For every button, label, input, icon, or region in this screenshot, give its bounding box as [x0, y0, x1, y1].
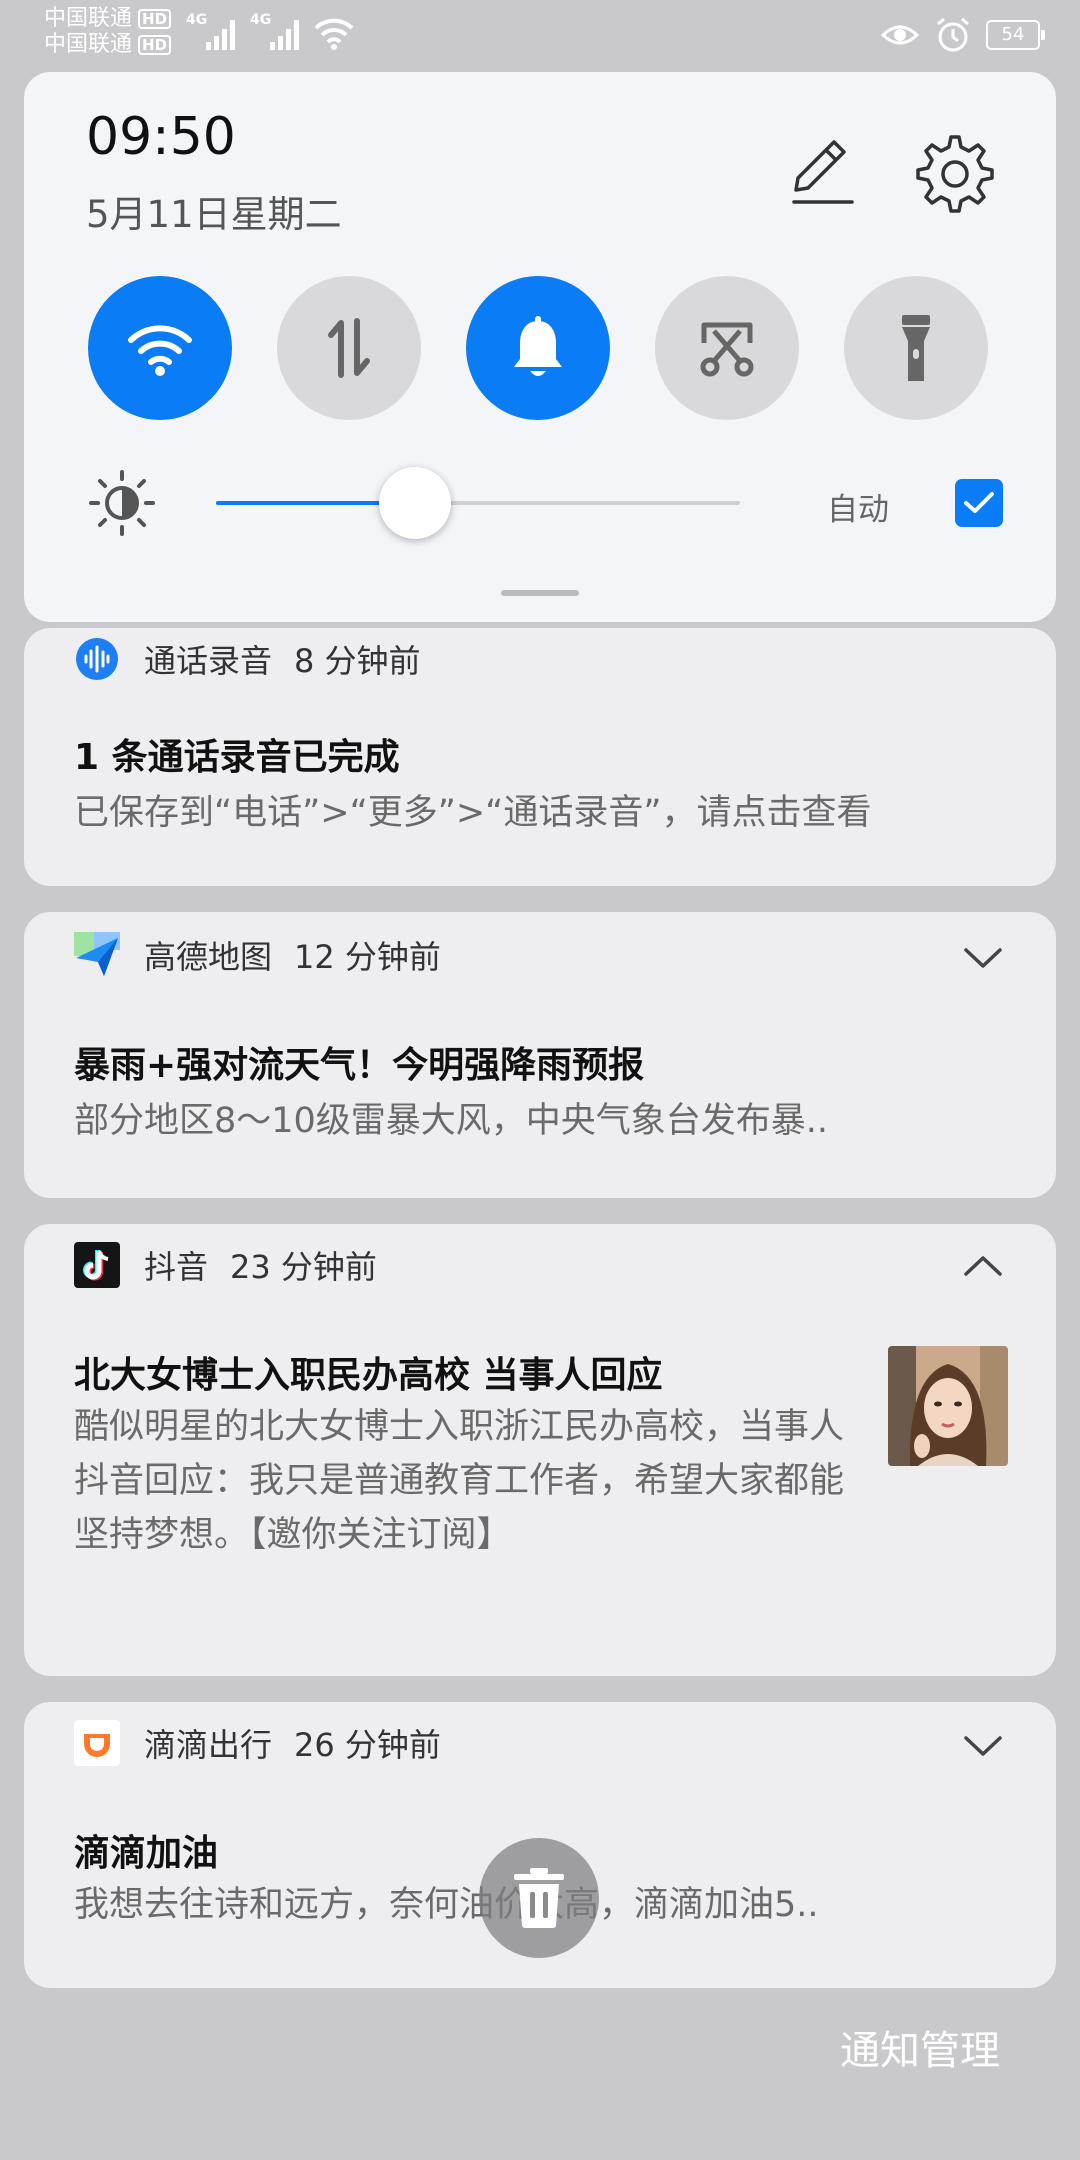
carrier-1: 中国联通	[44, 6, 133, 31]
notification-app-name: 高德地图	[144, 938, 273, 976]
notification-management-link[interactable]: 通知管理	[840, 2018, 1000, 2076]
notification-time: 26 分钟前	[294, 1726, 441, 1764]
clock-time: 09:50	[86, 107, 236, 167]
edit-icon[interactable]	[782, 130, 862, 210]
clock-date: 5月11日星期二	[86, 193, 342, 236]
wifi-toggle[interactable]	[88, 276, 232, 420]
data-transfer-icon	[328, 318, 370, 378]
flashlight-icon	[902, 315, 930, 381]
notification-header: 抖音 23 分钟前	[74, 1242, 377, 1288]
status-bar: 中国联通 HD 中国联通 HD 4G 4G 54	[0, 0, 1080, 62]
auto-brightness-label: 自动	[827, 492, 889, 528]
douyin-icon	[74, 1242, 120, 1288]
notification-card[interactable]: 高德地图 12 分钟前 暴雨+强对流天气！今明强降雨预报 部分地区8～10级雷暴…	[24, 912, 1056, 1198]
notification-header: 高德地图 12 分钟前	[74, 932, 441, 978]
didi-icon	[74, 1720, 120, 1766]
notification-app-name: 通话录音	[144, 642, 273, 680]
notification-card[interactable]: 抖音 23 分钟前 北大女博士入职民办高校 当事人回应 酷似明星的北大女博士入职…	[24, 1224, 1056, 1676]
carrier-info: 中国联通 HD 中国联通 HD	[44, 6, 172, 58]
trash-icon	[514, 1868, 564, 1928]
notification-title: 暴雨+强对流天气！今明强降雨预报	[74, 1045, 645, 1086]
eye-comfort-icon	[880, 25, 920, 45]
hd-badge: HD	[138, 9, 172, 29]
wifi-icon	[314, 18, 354, 50]
clear-all-button[interactable]	[479, 1838, 599, 1958]
hd-badge: HD	[138, 35, 172, 55]
auto-brightness-checkbox[interactable]	[955, 479, 1003, 527]
check-icon	[964, 492, 994, 513]
notification-body: 酷似明星的北大女博士入职浙江民办高校，当事人抖音回应：我只是普通教育工作者，希望…	[74, 1407, 845, 1555]
notification-thumbnail	[888, 1346, 1008, 1466]
amap-icon	[74, 932, 120, 978]
notification-header: 滴滴出行 26 分钟前	[74, 1720, 441, 1766]
chevron-down-icon[interactable]	[962, 1724, 1004, 1766]
notification-time: 12 分钟前	[294, 938, 441, 976]
battery-level: 54	[1001, 24, 1025, 45]
notification-title: 滴滴加油	[74, 1833, 219, 1874]
bell-icon	[514, 316, 562, 376]
chevron-down-icon[interactable]	[962, 936, 1004, 978]
notification-header: 通话录音 8 分钟前	[74, 636, 421, 682]
flashlight-toggle[interactable]	[844, 276, 988, 420]
scissors-screenshot-icon	[700, 322, 754, 377]
sound-toggle[interactable]	[466, 276, 610, 420]
quick-settings-panel: 09:50 5月11日星期二 自动	[24, 72, 1056, 622]
notification-time: 8 分钟前	[294, 642, 421, 680]
mobile-data-toggle[interactable]	[277, 276, 421, 420]
call-recorder-icon	[74, 636, 120, 682]
wifi-icon	[128, 325, 192, 376]
gear-icon[interactable]	[906, 127, 996, 217]
battery-icon: 54	[986, 20, 1045, 50]
notification-card[interactable]: 通话录音 8 分钟前 1 条通话录音已完成 已保存到“电话”>“更多”>“通话录…	[24, 628, 1056, 886]
chevron-up-icon[interactable]	[962, 1246, 1004, 1288]
notification-title: 1 条通话录音已完成	[74, 737, 400, 778]
notification-body: 已保存到“电话”>“更多”>“通话录音”，请点击查看	[74, 793, 872, 833]
alarm-icon	[937, 17, 969, 52]
notification-body: 部分地区8～10级雷暴大风，中央气象台发布暴..	[74, 1101, 829, 1141]
notification-time: 23 分钟前	[230, 1248, 377, 1286]
brightness-slider-thumb[interactable]	[379, 467, 452, 539]
brightness-slider[interactable]	[216, 467, 740, 539]
notification-app-name: 滴滴出行	[144, 1726, 273, 1764]
notification-app-name: 抖音	[144, 1248, 209, 1286]
notification-title: 北大女博士入职民办高校 当事人回应	[74, 1355, 663, 1396]
screenshot-toggle[interactable]	[655, 276, 799, 420]
panel-drag-handle[interactable]	[501, 590, 579, 596]
carrier-2: 中国联通	[44, 32, 133, 57]
brightness-icon	[89, 470, 155, 536]
